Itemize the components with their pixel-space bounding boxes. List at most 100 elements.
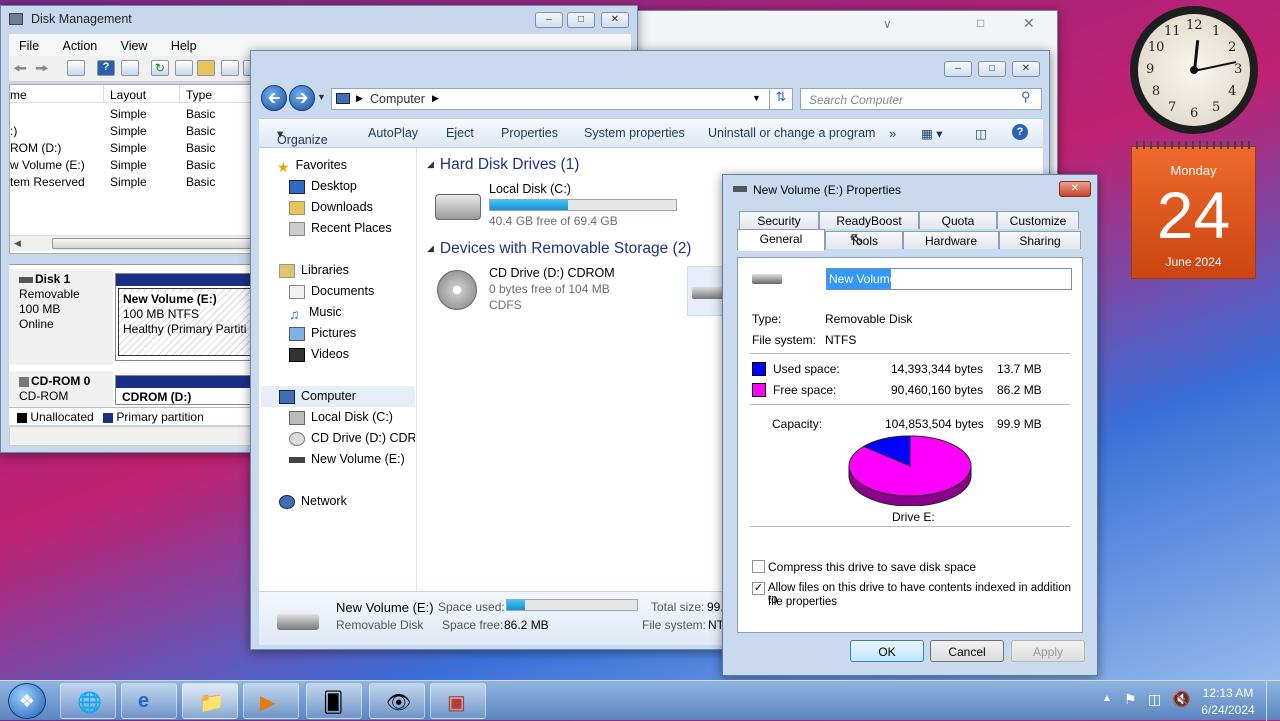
tab-quota[interactable]: Quota xyxy=(919,211,997,229)
index-label-line2[interactable]: file properties xyxy=(768,596,837,608)
close-button[interactable]: ✕ xyxy=(1012,61,1040,77)
index-checkbox[interactable]: ✓ xyxy=(752,582,765,595)
taskbar-media-player[interactable]: ▶ xyxy=(243,683,299,719)
close-button[interactable]: ✕ xyxy=(1059,181,1091,197)
magnify-icon[interactable] xyxy=(221,60,239,76)
console-tree-icon[interactable] xyxy=(67,60,85,76)
partition-new-volume[interactable]: New Volume (E:) 100 MB NTFS Healthy (Pri… xyxy=(115,273,255,361)
nav-downloads[interactable]: Downloads xyxy=(289,200,373,215)
tab-hardware[interactable]: Hardware xyxy=(903,231,999,249)
volume-list[interactable]: me Layout Type Simple Basic :) Simple Basic… xyxy=(9,84,254,254)
nav-music[interactable]: ♫ Music xyxy=(289,305,342,322)
menu-help[interactable]: Help xyxy=(161,34,207,53)
partition-cdrom[interactable]: CDROM (D:) xyxy=(115,375,255,405)
action-center-icon[interactable]: ⚑ xyxy=(1124,691,1137,708)
system-properties-button[interactable]: System properties xyxy=(584,126,685,140)
apply-button[interactable]: Apply xyxy=(1011,640,1085,662)
preview-pane-icon[interactable]: ◫ xyxy=(975,126,987,141)
taskbar-app-eyes[interactable]: 👁 xyxy=(369,683,425,719)
nav-desktop[interactable]: Desktop xyxy=(289,179,357,194)
organize-button[interactable]: Organize ▾ xyxy=(277,126,328,147)
nav-libraries[interactable]: Libraries xyxy=(279,263,349,278)
close-button[interactable]: ✕ xyxy=(601,12,629,28)
show-desktop-button[interactable] xyxy=(1266,681,1280,721)
autoplay-button[interactable]: AutoPlay xyxy=(368,126,418,140)
clock-gadget[interactable]: 12 1 2 3 4 5 6 7 8 9 10 11 xyxy=(1130,6,1258,134)
help-icon[interactable]: ? xyxy=(97,60,115,76)
taskbar-internet-explorer[interactable]: e xyxy=(121,683,177,719)
tab-readyboost[interactable]: ReadyBoost xyxy=(819,211,919,229)
view-options-icon[interactable]: ▦ ▾ xyxy=(921,126,943,141)
show-hidden-icons[interactable]: ▲ xyxy=(1102,693,1112,704)
nav-favorites[interactable]: ★ Favorites xyxy=(277,158,347,175)
minimize-icon[interactable]: ∨ xyxy=(883,17,892,31)
calendar-gadget[interactable]: Monday 24 June 2024 xyxy=(1131,141,1256,279)
column-header-layout[interactable]: Layout xyxy=(104,85,180,103)
recent-pages-icon[interactable]: ▼ xyxy=(317,92,326,102)
properties-icon[interactable] xyxy=(121,60,139,76)
scroll-left-icon[interactable]: ◀ xyxy=(14,238,21,249)
tray-date[interactable]: 6/24/2024 xyxy=(1196,703,1260,717)
breadcrumb-arrow-icon[interactable]: ▶ xyxy=(356,93,363,104)
tray-time[interactable]: 12:13 AM xyxy=(1196,686,1260,700)
properties-button[interactable]: Properties xyxy=(501,126,558,140)
more-commands-button[interactable]: » xyxy=(889,126,896,141)
search-input[interactable]: Search Computer xyxy=(800,88,1042,110)
nav-network[interactable]: Network xyxy=(279,494,347,509)
disk-1-info[interactable]: Disk 1 Removable 100 MB Online xyxy=(9,269,113,365)
cdrom-0-info[interactable]: CD-ROM 0 CD-ROM xyxy=(9,371,113,407)
new-volume-item[interactable] xyxy=(687,266,727,316)
taskbar-explorer[interactable]: 📁 xyxy=(182,683,238,719)
nav-cd-drive[interactable]: CD Drive (D:) CDROM xyxy=(289,431,415,446)
start-button[interactable]: ❖ xyxy=(8,683,46,719)
close-icon[interactable]: ✕ xyxy=(1023,15,1035,32)
taskbar-solitaire[interactable]: 🂠 xyxy=(306,683,362,719)
tab-customize[interactable]: Customize xyxy=(997,211,1079,229)
cancel-button[interactable]: Cancel xyxy=(930,640,1004,662)
rescan-icon[interactable] xyxy=(175,60,193,76)
search-icon[interactable]: ⚲ xyxy=(1021,89,1031,105)
minimize-button[interactable]: – xyxy=(944,61,972,77)
back-button[interactable]: 🡰 xyxy=(261,85,287,111)
nav-recent-places[interactable]: Recent Places xyxy=(289,221,392,236)
refresh-button[interactable]: ⇅ xyxy=(769,88,793,110)
breadcrumb-computer[interactable]: Computer xyxy=(370,92,425,106)
forward-arrow-icon[interactable]: 🠚 xyxy=(35,58,49,85)
scrollbar-thumb[interactable] xyxy=(52,238,252,249)
nav-documents[interactable]: Documents xyxy=(289,284,374,299)
local-disk-item[interactable]: Local Disk (C:) 40.4 GB free of 69.4 GB xyxy=(435,182,685,232)
nav-computer[interactable]: Computer xyxy=(261,386,415,407)
tab-sharing[interactable]: Sharing xyxy=(999,231,1081,249)
ok-button[interactable]: OK xyxy=(850,640,924,662)
maximize-icon[interactable]: □ xyxy=(977,16,984,30)
uninstall-button[interactable]: Uninstall or change a program xyxy=(708,126,875,140)
horizontal-scrollbar[interactable]: ◀ xyxy=(10,235,252,251)
eject-button[interactable]: Eject xyxy=(446,126,474,140)
tab-general[interactable]: General xyxy=(737,229,825,251)
taskbar-toolbox[interactable]: ▣ xyxy=(430,683,486,719)
menu-action[interactable]: Action xyxy=(53,34,108,53)
nav-videos[interactable]: Videos xyxy=(289,347,349,362)
volume-label-input[interactable] xyxy=(826,268,1072,290)
nav-pictures[interactable]: Pictures xyxy=(289,326,356,341)
taskbar-disk-management[interactable]: 🌐 xyxy=(60,683,116,719)
forward-button[interactable]: 🡲 xyxy=(289,85,315,111)
menu-view[interactable]: View xyxy=(111,34,158,53)
maximize-button[interactable]: □ xyxy=(978,61,1006,77)
maximize-button[interactable]: □ xyxy=(567,12,595,28)
address-dropdown-icon[interactable]: ▼ xyxy=(752,93,761,103)
cd-drive-item[interactable]: CD Drive (D:) CDROM 0 bytes free of 104 … xyxy=(435,266,645,316)
compress-label[interactable]: Compress this drive to save disk space xyxy=(768,560,976,574)
column-header-volume[interactable]: me xyxy=(10,85,104,103)
group-removable-storage[interactable]: Devices with Removable Storage (2) xyxy=(427,240,692,258)
group-hard-disk-drives[interactable]: Hard Disk Drives (1) xyxy=(427,156,580,174)
minimize-button[interactable]: – xyxy=(535,12,563,28)
address-bar[interactable]: ▶ Computer ▶ ▼ xyxy=(331,88,791,110)
volume-muted-icon[interactable]: 🔇 xyxy=(1172,690,1191,708)
back-arrow-icon[interactable]: 🠘 xyxy=(13,58,27,85)
menu-file[interactable]: File xyxy=(9,34,49,53)
tab-security[interactable]: Security xyxy=(739,211,819,229)
refresh-icon[interactable]: ↻ xyxy=(151,60,169,76)
network-tray-icon[interactable]: ◫ xyxy=(1148,691,1161,708)
nav-local-disk[interactable]: Local Disk (C:) xyxy=(289,410,393,425)
